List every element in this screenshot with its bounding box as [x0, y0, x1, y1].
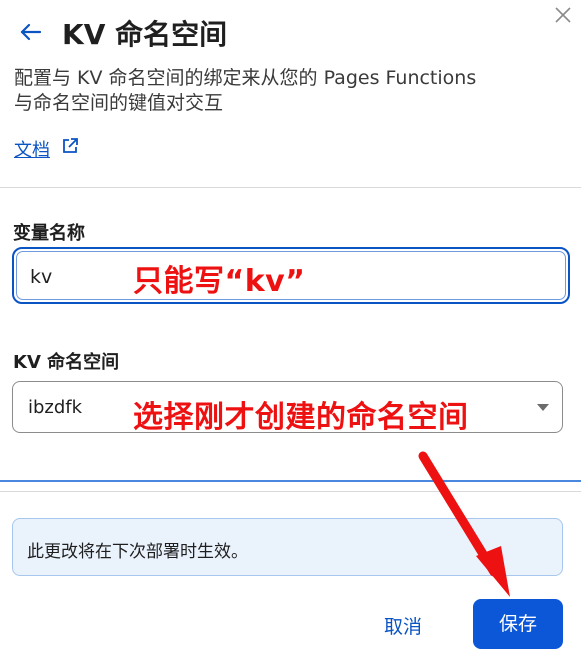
variable-name-label: 变量名称	[13, 223, 85, 244]
namespace-selected-value: ibzdfk	[28, 397, 83, 418]
namespace-label: KV 命名空间	[13, 352, 120, 373]
input-annotation: 只能写“kv”	[133, 264, 306, 299]
page-title: KV 命名空间	[62, 18, 228, 51]
close-icon[interactable]	[552, 4, 574, 26]
info-notice: 此更改将在下次部署时生效。	[12, 518, 563, 576]
footer-divider	[0, 491, 581, 492]
select-annotation: 选择刚才创建的命名空间	[133, 400, 469, 435]
docs-link[interactable]: 文档	[14, 136, 50, 162]
panel-description: 配置与 KV 命名空间的绑定来从您的 Pages Functions 与命名空间…	[14, 66, 554, 116]
notice-text: 此更改将在下次部署时生效。	[27, 542, 248, 562]
description-line-1: 配置与 KV 命名空间的绑定来从您的 Pages Functions	[14, 67, 477, 89]
description-line-2: 与命名空间的键值对交互	[14, 92, 224, 114]
save-button[interactable]: 保存	[473, 599, 563, 649]
cancel-button[interactable]: 取消	[384, 612, 422, 639]
kv-binding-panel: KV 命名空间 配置与 KV 命名空间的绑定来从您的 Pages Functio…	[0, 0, 581, 661]
header-divider	[0, 187, 581, 188]
chevron-down-icon	[537, 404, 549, 411]
form-bottom-line	[0, 480, 581, 482]
arrow-left-icon[interactable]	[18, 19, 44, 45]
variable-name-value: kv	[30, 266, 53, 288]
external-link-icon[interactable]	[60, 136, 80, 156]
